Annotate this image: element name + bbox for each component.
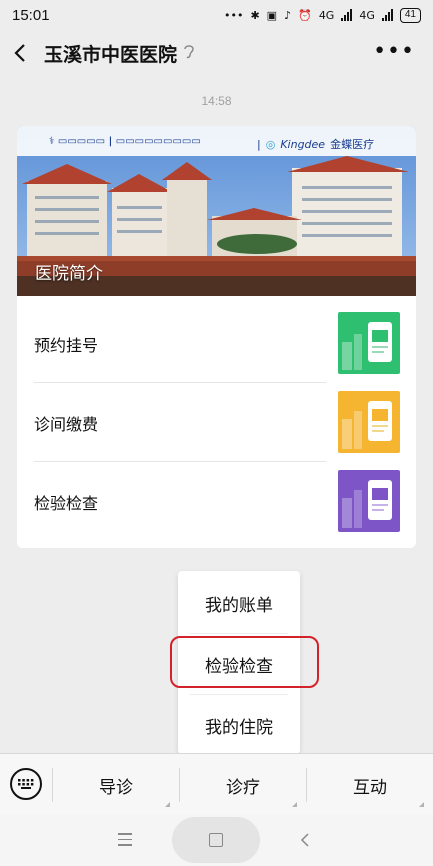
- back-icon[interactable]: [300, 832, 310, 848]
- network-type-1: 4G: [318, 8, 335, 22]
- cover-image[interactable]: ⚕ ▭▭▭▭▭ | ▭▭▭▭▭▭▭▭▭ | ◎ Kingdee 金蝶医疗 医院简…: [17, 126, 416, 296]
- alarm-icon: ⏰: [298, 8, 312, 22]
- article-item-lab-tests[interactable]: 检验检查: [34, 462, 400, 541]
- network-type-2: 4G: [359, 8, 375, 22]
- article-card[interactable]: ⚕ ▭▭▭▭▭ | ▭▭▭▭▭▭▭▭▭ | ◎ Kingdee 金蝶医疗 医院简…: [17, 126, 416, 548]
- status-icons: ••• ✱ ▣ ♪ ⏰ 4G 4G 41: [223, 7, 421, 23]
- message-timestamp: 14:58: [201, 94, 232, 108]
- ear-icon: [183, 43, 195, 63]
- submenu-indicator-icon: [292, 802, 297, 807]
- article-item-label: 预约挂号: [34, 336, 99, 355]
- article-thumbnail: [338, 391, 400, 453]
- cover-title: 医院简介: [35, 264, 103, 284]
- vibrate-icon: ▣: [266, 8, 278, 22]
- battery-icon: 41: [399, 7, 421, 23]
- more-dots-icon: •••: [223, 8, 244, 22]
- kingdee-logo-icon: ◎: [265, 137, 276, 151]
- submenu-indicator-icon: [165, 802, 170, 807]
- submenu-indicator-icon: [419, 802, 424, 807]
- article-item-label: 诊间缴费: [34, 415, 99, 434]
- submenu-item-my-hospitalization[interactable]: 我的住院: [178, 695, 300, 756]
- article-item-payment[interactable]: 诊间缴费: [34, 383, 400, 462]
- recent-apps-icon[interactable]: [118, 833, 132, 850]
- keyboard-icon[interactable]: [10, 768, 42, 800]
- kingdee-logo: | ◎ Kingdee 金蝶医疗: [257, 137, 375, 152]
- chat-title: 玉溪市中医医院: [44, 43, 178, 66]
- bottom-menu-bar: 导诊 诊疗 互动: [0, 753, 433, 815]
- menu-item-treatment[interactable]: 诊疗: [180, 754, 306, 816]
- more-icon[interactable]: •••: [373, 41, 415, 63]
- kingdee-brand-cn-text: 金蝶医疗: [330, 138, 375, 151]
- mute-icon: ♪: [284, 8, 292, 22]
- home-icon[interactable]: [209, 833, 223, 847]
- highlight-box: [170, 636, 319, 688]
- article-item-label: 检验检查: [34, 494, 99, 513]
- signal-icon-2: [381, 9, 393, 21]
- hospital-logo: ⚕ ▭▭▭▭▭ | ▭▭▭▭▭▭▭▭▭: [49, 136, 201, 147]
- kingdee-brand-text: Kingdee: [280, 137, 326, 151]
- submenu-item-my-bill[interactable]: 我的账单: [178, 573, 300, 634]
- signal-icon: [341, 9, 353, 21]
- back-arrow-icon[interactable]: [0, 30, 40, 76]
- menu-item-guide[interactable]: 导诊: [53, 754, 179, 816]
- status-bar: 15:01 ••• ✱ ▣ ♪ ⏰ 4G 4G 41: [0, 0, 433, 30]
- status-time: 15:01: [12, 6, 50, 24]
- menu-item-interaction[interactable]: 互动: [307, 754, 433, 816]
- chat-header: 玉溪市中医医院 •••: [0, 30, 433, 76]
- article-item-appointment[interactable]: 预约挂号: [34, 304, 400, 383]
- system-navigation-bar: [0, 815, 433, 866]
- article-thumbnail: [338, 312, 400, 374]
- bluetooth-icon: ✱: [250, 8, 260, 22]
- article-thumbnail: [338, 470, 400, 532]
